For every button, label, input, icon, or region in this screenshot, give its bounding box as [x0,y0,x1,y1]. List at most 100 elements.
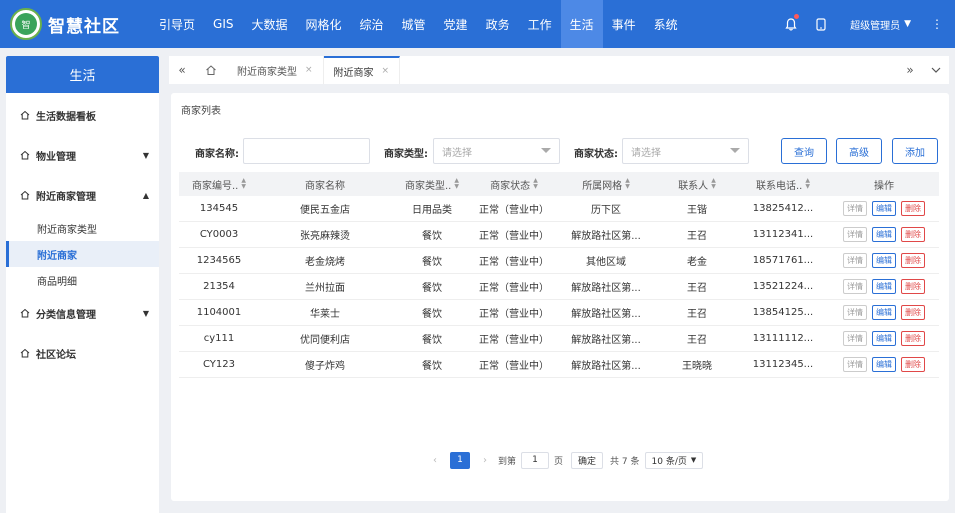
table-cell: 解放路社区第... [571,335,641,346]
detail-button[interactable]: 详情 [843,331,867,346]
add-button[interactable]: 添加 [892,138,938,164]
nav-item-life[interactable]: 生活 [560,0,603,48]
table-cell: 正常（营业中） [479,309,549,320]
tabs-scroll-left-icon[interactable]: « [169,56,195,84]
nav-item-bigdata[interactable]: 大数据 [242,0,296,48]
mobile-icon[interactable] [806,0,836,48]
detail-button[interactable]: 详情 [843,357,867,372]
nav-item-grid[interactable]: 网格化 [297,0,351,48]
user-menu[interactable]: 超级管理员 ▼ [850,17,911,32]
nav-item-affairs[interactable]: 政务 [477,0,519,48]
column-header[interactable]: 商家状态 ▲ ▼ [473,177,555,192]
chevron-down-icon[interactable] [923,56,949,84]
close-icon[interactable]: × [305,65,313,75]
table-row: CY0003 张亮麻辣烫 餐饮 正常（营业中） 解放路社区第... 王召 13112341.… [179,222,939,248]
more-icon[interactable]: ⋮ [925,17,949,31]
detail-button[interactable]: 详情 [843,305,867,320]
sidebar-item-life-dashboard[interactable]: 生活数据看板 [6,95,159,135]
edit-button[interactable]: 编辑 [872,227,896,242]
column-header[interactable]: 所属网格 ▲ ▼ [555,177,657,192]
logo-mark: 智 [15,13,37,35]
merchant-name-input[interactable] [243,138,370,164]
table-cell: 傻子炸鸡 [305,361,345,372]
sort-icon[interactable]: ▲ ▼ [805,178,810,190]
column-header-label: 商家编号.. [192,180,239,192]
advanced-button[interactable]: 高级 [836,138,882,164]
tab-merchants[interactable]: 附近商家 × [323,56,401,84]
sort-icon[interactable]: ▲ ▼ [454,178,459,190]
sort-icon[interactable]: ▲ ▼ [711,178,716,190]
next-page-icon[interactable]: › [476,455,494,466]
column-header[interactable]: 商家编号.. ▲ ▼ [179,177,259,192]
nav-item-governance[interactable]: 综治 [351,0,393,48]
page-1-button[interactable]: 1 [450,451,470,469]
detail-button[interactable]: 详情 [843,227,867,242]
edit-button[interactable]: 编辑 [872,279,896,294]
sidebar-item-forum[interactable]: 社区论坛 [6,333,159,373]
edit-button[interactable]: 编辑 [872,331,896,346]
caret-down-icon: ▼ [142,308,149,318]
column-header-label: 商家类型.. [405,180,452,192]
tab-label: 附近商家 [333,67,374,79]
sidebar-item-classified[interactable]: 分类信息管理 ▼ [6,293,159,333]
nav-item-events[interactable]: 事件 [603,0,645,48]
table-cell: 13112341... [752,229,814,240]
sidebar-subitem-merchants[interactable]: 附近商家 [6,241,159,267]
column-header[interactable]: 商家类型.. ▲ ▼ [391,177,473,192]
tab-bar: « 附近商家类型 × 附近商家 × » [169,56,949,84]
delete-button[interactable]: 删除 [901,331,925,346]
page-size-select[interactable]: 10 条/页 ▼ [644,451,704,469]
table-cell: 正常（营业中） [479,231,549,242]
close-icon[interactable]: × [382,66,390,76]
column-header[interactable]: 联系人 ▲ ▼ [657,177,737,192]
column-header[interactable]: 联系电话.. ▲ ▼ [737,177,829,192]
row-actions: 详情 编辑 删除 [829,279,939,294]
delete-button[interactable]: 删除 [901,357,925,372]
sidebar-item-nearby-merchants[interactable]: 附近商家管理 ▲ [6,175,159,215]
merchant-type-select[interactable]: 请选择 [433,138,560,164]
delete-button[interactable]: 删除 [901,305,925,320]
prev-page-icon[interactable]: ‹ [426,455,444,466]
edit-button[interactable]: 编辑 [872,305,896,320]
sort-icon[interactable]: ▲ ▼ [625,178,630,190]
nav-item-gis[interactable]: GIS [204,0,242,48]
table-row: 1234565 老金烧烤 餐饮 正常（营业中） 其他区域 老金 18571761... 详情编… [179,248,939,274]
confirm-button[interactable]: 确定 [571,451,604,469]
delete-button[interactable]: 删除 [901,201,925,216]
sort-icon[interactable]: ▲ ▼ [241,178,246,190]
nav-item-urban[interactable]: 城管 [393,0,435,48]
nav-item-party[interactable]: 党建 [435,0,477,48]
edit-button[interactable]: 编辑 [872,253,896,268]
delete-button[interactable]: 删除 [901,279,925,294]
sidebar-item-property[interactable]: 物业管理 ▼ [6,135,159,175]
column-header: 商家名称 [259,177,391,192]
bell-icon[interactable] [776,0,806,48]
goto-page-input[interactable]: 1 [521,451,550,469]
header-actions: 超级管理员 ▼ ⋮ [776,0,955,48]
nav-item-work[interactable]: 工作 [519,0,561,48]
sidebar-subitem-goods[interactable]: 商品明细 [6,267,159,293]
detail-button[interactable]: 详情 [843,201,867,216]
app-logo[interactable]: 智 智慧社区 [0,8,150,40]
merchant-status-select[interactable]: 请选择 [622,138,749,164]
edit-button[interactable]: 编辑 [872,201,896,216]
edit-button[interactable]: 编辑 [872,357,896,372]
tabs-scroll-right-icon[interactable]: » [897,56,923,84]
nav-item-guide[interactable]: 引导页 [150,0,204,48]
row-actions: 详情 编辑 删除 [829,331,939,346]
detail-button[interactable]: 详情 [843,279,867,294]
sidebar-item-label: 附近商家管理 [36,191,96,203]
delete-button[interactable]: 删除 [901,227,925,242]
sidebar-item-label: 生活数据看板 [36,111,96,123]
table-body: 134545 便民五金店 日用品类 正常（营业中） 历下区 王锴 13825412... 详情… [179,196,939,378]
query-button[interactable]: 查询 [781,138,827,164]
detail-button[interactable]: 详情 [843,253,867,268]
table-row: CY123 傻子炸鸡 餐饮 正常（营业中） 解放路社区第... 王晓晓 13112345..… [179,352,939,378]
sort-icon[interactable]: ▲ ▼ [533,178,538,190]
tab-home-icon[interactable] [195,64,227,76]
table-cell: 18571761... [752,255,814,266]
tab-merchant-types[interactable]: 附近商家类型 × [227,56,324,84]
delete-button[interactable]: 删除 [901,253,925,268]
nav-item-system[interactable]: 系统 [645,0,687,48]
sidebar-subitem-merchant-types[interactable]: 附近商家类型 [6,215,159,241]
